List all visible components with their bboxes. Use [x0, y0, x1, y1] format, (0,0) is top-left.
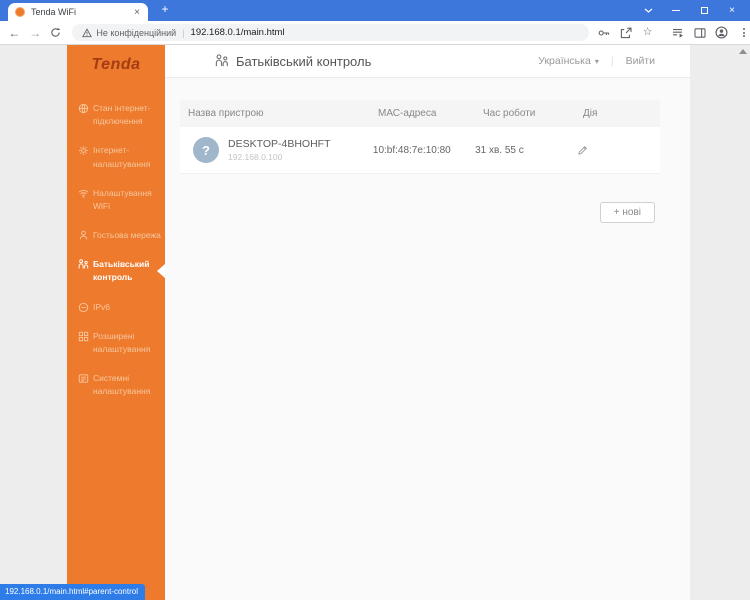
profile-avatar-icon[interactable] — [715, 26, 728, 39]
edit-pencil-icon[interactable] — [577, 145, 660, 156]
side-panel-icon[interactable] — [693, 27, 706, 39]
sidebar-item-guest-network[interactable]: Гостьова мережа — [67, 221, 165, 250]
logout-button[interactable]: Вийти — [626, 55, 655, 67]
sidebar-item-label: Батьківський контроль — [93, 259, 150, 283]
browser-toolbar: ← → Не конфіденційний | 192.168.0.1/main… — [0, 21, 750, 45]
device-avatar: ? — [193, 137, 219, 163]
sidebar-menu: Стан інтернет-підключення Інтернет-налаш… — [67, 94, 165, 406]
sidebar-item-label: Інтернет-налаштування — [93, 145, 151, 169]
scroll-up-icon[interactable] — [739, 49, 747, 54]
window-minimize-button[interactable] — [662, 0, 690, 21]
browser-tab[interactable]: Tenda WiFi × — [8, 3, 148, 21]
sidebar-item-internet-status[interactable]: Стан інтернет-підключення — [67, 94, 165, 136]
grid-icon — [78, 331, 93, 356]
sidebar-item-internet-settings[interactable]: Інтернет-налаштування — [67, 136, 165, 178]
device-name: DESKTOP-4BHOHFT — [228, 138, 331, 150]
table-header-row: Назва пристрою МАС-адреса Час роботи Дія — [180, 100, 660, 127]
column-mac-address: МАС-адреса — [378, 108, 437, 119]
warning-triangle-icon — [82, 27, 93, 37]
device-cell: ? DESKTOP-4BHOHFT 192.168.0.100 — [180, 137, 365, 163]
url-text[interactable]: 192.168.0.1/main.html — [191, 27, 285, 38]
window-controls: × — [634, 0, 746, 21]
globe-icon — [78, 103, 93, 128]
share-icon[interactable] — [619, 27, 632, 39]
toolbar-actions: ☆ — [597, 26, 750, 39]
header-divider: | — [610, 55, 614, 67]
address-divider: | — [182, 27, 185, 38]
content-header: Батьківський контроль Українська ▾ | Вий… — [165, 45, 690, 78]
sidebar-item-label: Стан інтернет-підключення — [93, 103, 151, 127]
add-device-button[interactable]: + нові — [599, 202, 655, 223]
device-ip: 192.168.0.100 — [228, 152, 283, 162]
device-name-group: DESKTOP-4BHOHFT 192.168.0.100 — [228, 138, 331, 162]
sidebar-item-label: Гостьова мережа — [93, 230, 161, 241]
password-key-icon[interactable] — [597, 27, 610, 39]
mac-address: 10:bf:48:7e:10:80 — [372, 144, 451, 156]
chevron-down-icon: ▾ — [594, 56, 599, 66]
address-bar[interactable]: Не конфіденційний | 192.168.0.1/main.htm… — [72, 24, 590, 41]
family-icon — [78, 259, 93, 284]
column-uptime: Час роботи — [483, 108, 536, 119]
column-action: Дія — [583, 108, 598, 119]
scrollbar[interactable] — [736, 45, 750, 600]
sidebar-item-advanced-settings[interactable]: Розширені налаштування — [67, 322, 165, 364]
gear-icon — [78, 145, 93, 170]
sidebar: Tenda Стан інтернет-підключення Інтернет… — [67, 45, 165, 600]
browser-menu-icon[interactable] — [737, 28, 750, 37]
browser-titlebar: Tenda WiFi × + × — [0, 0, 750, 21]
column-device-name: Назва пристрою — [188, 108, 264, 119]
bookmark-star-icon[interactable]: ☆ — [641, 27, 654, 38]
language-selector[interactable]: Українська ▾ — [538, 55, 599, 67]
main-content: Батьківський контроль Українська ▾ | Вий… — [165, 45, 690, 600]
tenda-logo: Tenda — [91, 56, 141, 73]
page-title: Батьківський контроль — [236, 53, 372, 69]
guest-icon — [78, 230, 93, 242]
reload-button[interactable] — [46, 27, 67, 38]
add-row: + нові — [180, 202, 660, 223]
ipv6-icon — [78, 302, 93, 314]
tab-close-icon[interactable]: × — [132, 7, 142, 18]
window-close-button[interactable]: × — [718, 0, 746, 21]
parental-control-icon — [215, 54, 228, 67]
forward-button[interactable]: → — [25, 26, 46, 40]
table-row: ? DESKTOP-4BHOHFT 192.168.0.100 10:bf:48… — [180, 127, 660, 174]
window-maximize-button[interactable] — [690, 0, 718, 21]
wifi-icon — [78, 188, 93, 213]
new-tab-button[interactable]: + — [157, 2, 173, 18]
not-secure-label: Не конфіденційний — [96, 27, 177, 38]
not-secure-warning[interactable]: Не конфіденційний — [82, 28, 176, 38]
window-chevron-icon[interactable] — [634, 0, 662, 21]
page-title-group: Батьківський контроль — [215, 54, 371, 69]
sidebar-item-system-settings[interactable]: Системні налаштування — [67, 364, 165, 406]
sidebar-item-label: Системні налаштування — [93, 373, 151, 397]
system-icon — [78, 373, 93, 398]
back-button[interactable]: ← — [4, 26, 25, 40]
sidebar-item-label: IPv6 — [93, 301, 111, 312]
sidebar-item-parental-control[interactable]: Батьківський контроль — [67, 250, 165, 292]
language-label: Українська — [538, 55, 591, 67]
sidebar-item-wifi-settings[interactable]: Налаштування WiFi — [67, 179, 165, 221]
tab-title: Tenda WiFi — [31, 7, 77, 17]
header-right: Українська ▾ | Вийти — [538, 55, 655, 67]
status-bar-url: 192.168.0.1/main.html#parent-control — [0, 584, 145, 600]
sidebar-item-label: Налаштування WiFi — [93, 187, 152, 211]
devices-table: Назва пристрою МАС-адреса Час роботи Дія… — [180, 100, 660, 223]
tenda-favicon-icon — [15, 7, 25, 17]
sidebar-item-ipv6[interactable]: IPv6 — [67, 293, 165, 322]
uptime: 31 хв. 55 с — [475, 144, 524, 156]
page-viewport: Tenda Стан інтернет-підключення Інтернет… — [0, 45, 750, 600]
reading-list-icon[interactable] — [671, 27, 684, 39]
sidebar-item-label: Розширені налаштування — [93, 330, 151, 354]
